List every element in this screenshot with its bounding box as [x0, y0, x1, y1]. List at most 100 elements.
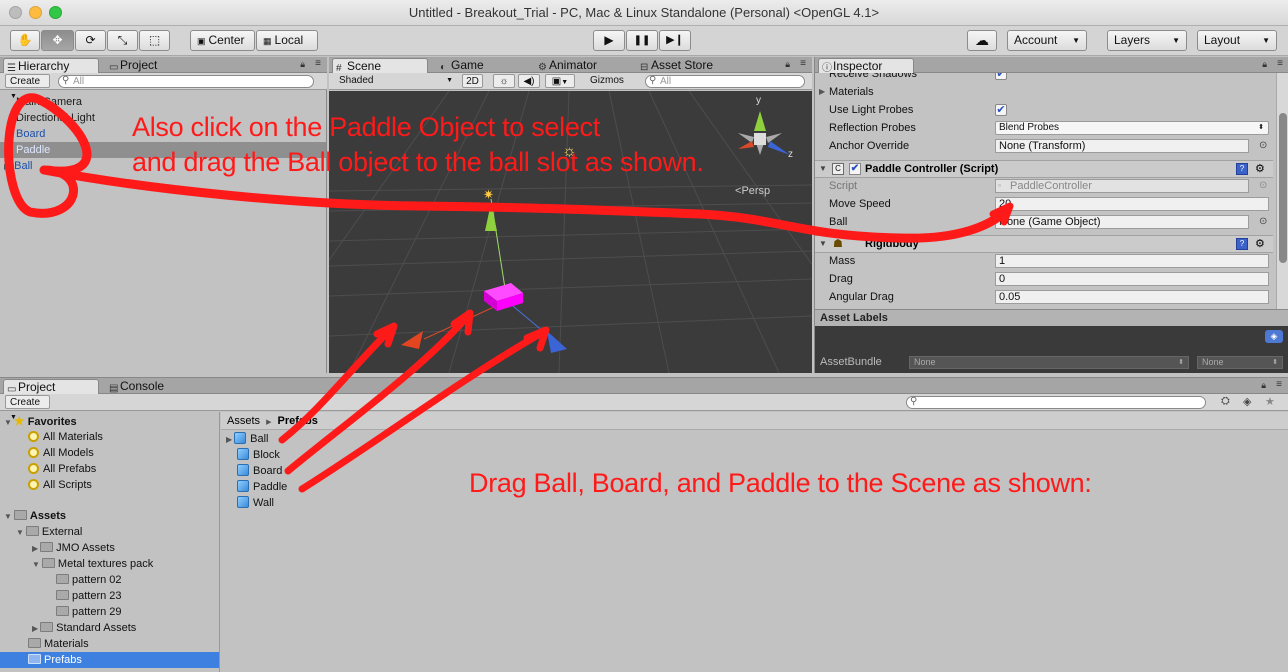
breadcrumb-prefabs[interactable]: Prefabs [278, 415, 318, 427]
layers-dropdown[interactable]: Layers ▼ [1107, 30, 1187, 51]
tab-project[interactable]: ▭ Project [3, 379, 99, 395]
pivot-center-button[interactable]: ▣ Center [190, 30, 255, 51]
component-enabled-checkbox[interactable]: ✔ [849, 163, 861, 175]
space-local-button[interactable]: ▦ Local [256, 30, 318, 51]
scrollbar-thumb[interactable] [1279, 113, 1287, 263]
mass-field[interactable]: 1 [995, 254, 1269, 268]
pause-button[interactable]: ❚❚ [626, 30, 658, 51]
layout-dropdown[interactable]: Layout ▼ [1197, 30, 1277, 51]
lock-icon[interactable]: 🔒︎ [1261, 380, 1266, 391]
rect-tool-button[interactable]: ⬚ [139, 30, 170, 51]
favorite-star-icon[interactable]: ★ [1265, 395, 1275, 408]
expand-arrow-icon[interactable]: ▼ [16, 528, 24, 537]
inspector-scrollbar[interactable] [1276, 73, 1288, 309]
help-book-icon[interactable]: ? [1236, 238, 1248, 250]
audio-toggle[interactable]: ◀) [518, 74, 540, 88]
asset-labels-header[interactable]: Asset Labels [815, 309, 1288, 326]
label-tag-icon[interactable]: ◈ [1265, 330, 1283, 343]
rotate-tool-button[interactable]: ⟳ [75, 30, 106, 51]
expand-arrow-icon[interactable]: ▶ [32, 544, 38, 553]
hierarchy-item-directional-light[interactable]: Directional Light [16, 110, 95, 126]
favorites-item[interactable]: All Models [28, 445, 94, 461]
account-dropdown[interactable]: Account ▼ [1007, 30, 1087, 51]
gear-icon[interactable]: ⚙ [1255, 236, 1265, 252]
tree-item-metal-textures-pack[interactable]: ▼ Metal textures pack [32, 556, 153, 572]
create-button[interactable]: Create ▼ [5, 74, 50, 100]
foldout-arrow-icon[interactable]: ▼ [819, 161, 827, 177]
project-search-input[interactable]: ⚲ [906, 396, 1206, 409]
persp-label[interactable]: <Persp [735, 185, 770, 197]
zoom-window-button[interactable] [49, 6, 62, 19]
move-speed-field[interactable]: 20 [995, 197, 1269, 211]
cloud-button[interactable]: ☁ [967, 30, 997, 51]
tab-project-top[interactable]: ▭ Project [106, 58, 196, 73]
tab-animator[interactable]: ⚙ Animator [535, 58, 635, 73]
asset-variant-dropdown[interactable]: None ⬍ [1197, 356, 1283, 369]
receive-shadows-checkbox[interactable]: ✔ [995, 73, 1007, 80]
gear-icon[interactable]: ⚙ [1255, 161, 1265, 177]
hierarchy-item-board[interactable]: Board [16, 126, 45, 142]
paddle-controller-header[interactable]: ▼ C ✔ Paddle Controller (Script) ? ⚙ [815, 160, 1273, 178]
favorites-item[interactable]: All Scripts [28, 477, 92, 493]
hierarchy-search-input[interactable]: ⚲ All [58, 75, 314, 88]
panel-menu-icon[interactable]: ≡ [800, 58, 806, 69]
filter-type-icon[interactable]: ⛭ [1221, 395, 1230, 408]
2d-toggle[interactable]: 2D [462, 74, 483, 88]
expand-arrow-icon[interactable]: ▼ [4, 512, 12, 521]
lock-icon[interactable]: 🔒︎ [785, 59, 790, 70]
expand-arrow-icon[interactable]: ▶ [4, 162, 10, 171]
use-light-probes-checkbox[interactable]: ✔ [995, 104, 1007, 116]
prefab-item-wall[interactable]: Wall [237, 495, 274, 511]
project-create-button[interactable]: Create ▼ [5, 395, 50, 421]
minimize-window-button[interactable] [29, 6, 42, 19]
gizmos-dropdown[interactable]: Gizmos ▼ [586, 74, 636, 99]
angular-drag-field[interactable]: 0.05 [995, 290, 1269, 304]
play-button[interactable]: ▶ [593, 30, 625, 51]
lighting-toggle[interactable]: ☼ [493, 74, 515, 88]
tree-item-pattern-02[interactable]: pattern 02 [56, 572, 122, 588]
ball-slot-field[interactable]: None (Game Object) [995, 215, 1249, 229]
assets-node[interactable]: ▼ Assets [4, 508, 66, 524]
panel-menu-icon[interactable]: ≡ [1276, 379, 1282, 390]
help-book-icon[interactable]: ? [1236, 163, 1248, 175]
move-tool-button[interactable]: ✥ [41, 30, 74, 51]
tab-console[interactable]: ▤ Console [106, 379, 196, 394]
hierarchy-item-ball[interactable]: ▶ Ball [4, 158, 33, 174]
scale-tool-button[interactable]: ⤡ [107, 30, 138, 51]
materials-row[interactable]: ▶ Materials [815, 83, 1273, 101]
drag-field[interactable]: 0 [995, 272, 1269, 286]
expand-arrow-icon[interactable]: ▶ [819, 83, 825, 101]
prefab-item-block[interactable]: Block [237, 447, 280, 463]
expand-arrow-icon[interactable]: ▼ [32, 560, 40, 569]
orientation-gizmo[interactable]: y z [732, 95, 802, 172]
anchor-override-field[interactable]: None (Transform) [995, 139, 1249, 153]
tree-item-prefabs[interactable]: Prefabs [0, 652, 219, 668]
close-window-button[interactable] [9, 6, 22, 19]
favorites-item[interactable]: All Prefabs [28, 461, 96, 477]
favorites-node[interactable]: ▼ ★ Favorites [4, 413, 77, 429]
tree-item-external[interactable]: ▼ External [16, 524, 82, 540]
lock-icon[interactable]: 🔒︎ [1262, 59, 1267, 70]
breadcrumb-assets[interactable]: Assets [227, 415, 260, 427]
expand-arrow-icon[interactable]: ▶ [226, 435, 232, 444]
tab-asset-store[interactable]: ⊟ Asset Store [637, 58, 747, 73]
tree-item-jmo-assets[interactable]: ▶ JMO Assets [32, 540, 115, 556]
scene-search-input[interactable]: ⚲ All [645, 75, 805, 88]
tab-hierarchy[interactable]: ☰ Hierarchy [3, 58, 99, 74]
hand-tool-button[interactable]: ✋ [10, 30, 40, 51]
tab-scene[interactable]: # Scene [332, 58, 428, 74]
tree-item-materials[interactable]: Materials [28, 636, 89, 652]
panel-menu-icon[interactable]: ≡ [315, 58, 321, 69]
hierarchy-item-main-camera[interactable]: Main Camera [16, 94, 82, 110]
prefab-item-paddle[interactable]: Paddle [237, 479, 287, 495]
object-picker-icon[interactable]: ⊙ [1259, 137, 1267, 155]
step-button[interactable]: ▶❙ [659, 30, 691, 51]
reflection-probes-dropdown[interactable]: Blend Probes ⬍ [995, 121, 1269, 135]
foldout-arrow-icon[interactable]: ▼ [819, 236, 827, 252]
expand-arrow-icon[interactable]: ▼ [4, 418, 12, 427]
rigidbody-header[interactable]: ▼ ☗ Rigidbody ? ⚙ [815, 235, 1273, 253]
tab-game[interactable]: ◐ Game [437, 58, 527, 73]
object-picker-icon[interactable]: ⊙ [1259, 213, 1267, 231]
tree-item-standard-assets[interactable]: ▶ Standard Assets [32, 620, 136, 636]
camera-icon[interactable]: ✷ [483, 187, 494, 203]
